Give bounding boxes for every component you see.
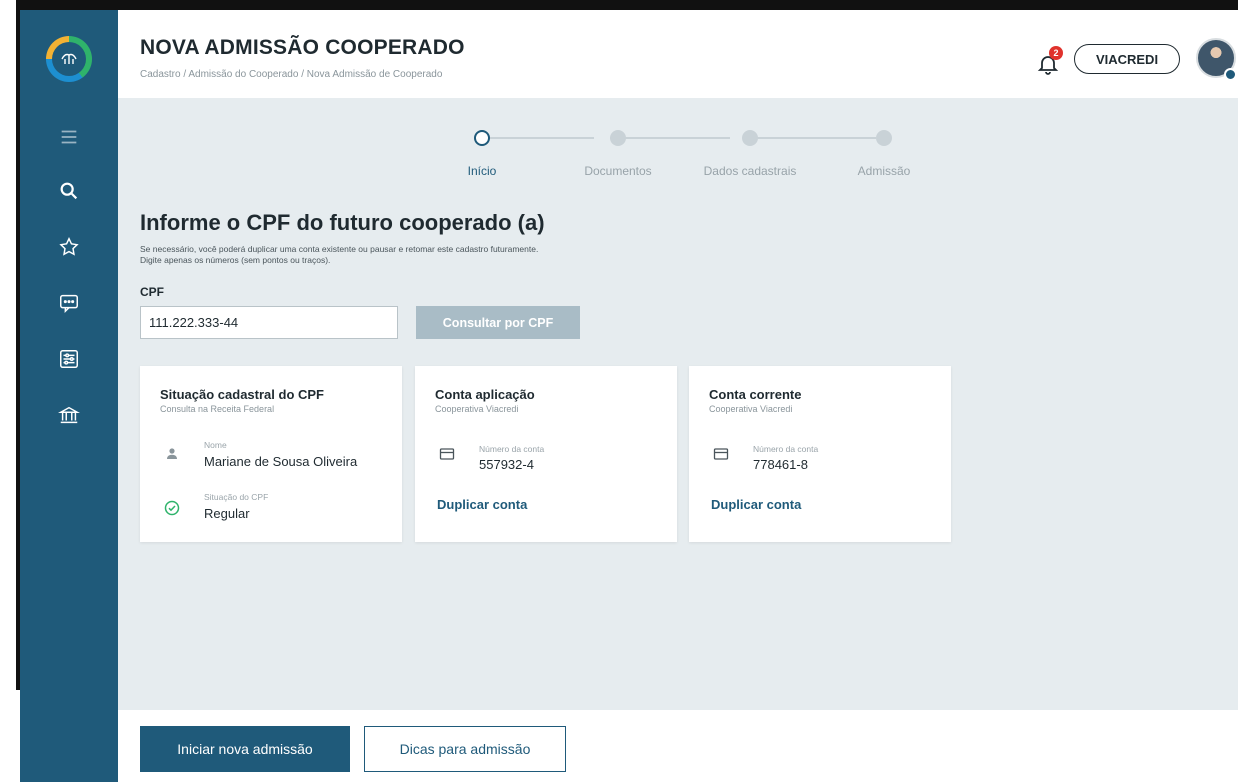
step-dot-dados-cadastrais [742, 130, 758, 146]
bank-icon[interactable] [56, 402, 82, 428]
search-icon[interactable] [56, 178, 82, 204]
person-icon [164, 446, 180, 462]
step-label-dados-cadastrais: Dados cadastrais [703, 164, 797, 178]
step-dot-documentos [610, 130, 626, 146]
consult-cpf-button[interactable]: Consultar por CPF [416, 306, 580, 339]
conta-corrente-card: Conta corrente Cooperativa Viacredi Núme… [689, 366, 951, 542]
duplicate-account-link[interactable]: Duplicar conta [437, 497, 527, 512]
card-title: Conta corrente [709, 387, 802, 402]
star-icon[interactable] [56, 234, 82, 260]
name-label: Nome [204, 440, 227, 450]
cpf-status-label: Situação do CPF [204, 492, 269, 502]
main-content: Início Documentos Dados cadastrais Admis… [118, 98, 1238, 710]
name-value: Mariane de Sousa Oliveira [204, 454, 358, 469]
stepper-connector [746, 137, 876, 139]
card-subtitle: Cooperativa Viacredi [435, 404, 519, 414]
page-title: NOVA ADMISSÃO COOPERADO [140, 36, 465, 59]
stepper-connector [610, 137, 730, 139]
card-subtitle: Cooperativa Viacredi [709, 404, 793, 414]
cpf-label: CPF [140, 285, 164, 299]
duplicate-account-link[interactable]: Duplicar conta [711, 497, 801, 512]
logo-mark-icon [52, 42, 86, 76]
stepper: Início Documentos Dados cadastrais Admis… [456, 128, 926, 188]
form-hint-line: Digite apenas os números (sem pontos ou … [140, 255, 331, 265]
step-label-admissao: Admissão [857, 164, 911, 178]
cpf-status-value: Regular [204, 506, 250, 521]
avatar-status-icon [1224, 68, 1237, 81]
step-label-inicio: Início [467, 164, 497, 178]
stepper-connector [474, 137, 594, 139]
notification-badge: 2 [1049, 46, 1063, 60]
account-number-value: 557932-4 [479, 457, 534, 472]
card-icon [713, 446, 729, 462]
start-admission-button[interactable]: Iniciar nova admissão [140, 726, 350, 772]
viacredi-logo[interactable] [46, 36, 92, 82]
breadcrumb: Cadastro / Admissão do Cooperado / Nova … [140, 69, 443, 80]
account-number-label: Número da conta [753, 444, 819, 454]
filter-icon[interactable] [56, 346, 82, 372]
check-circle-icon [164, 500, 180, 516]
cpf-status-card: Situação cadastral do CPF Consulta na Re… [140, 366, 402, 542]
step-dot-inicio [474, 130, 490, 146]
account-number-value: 778461-8 [753, 457, 808, 472]
menu-icon[interactable] [56, 124, 82, 150]
cpf-input[interactable] [140, 306, 398, 339]
bottom-action-bar: Iniciar nova admissão Dicas para admissã… [118, 710, 1238, 782]
form-hint: Se necessário, você poderá duplicar uma … [140, 244, 740, 266]
admission-tips-button[interactable]: Dicas para admissão [364, 726, 566, 772]
card-icon [439, 446, 455, 462]
window-frame-top [16, 0, 1238, 10]
card-title: Conta aplicação [435, 387, 535, 402]
account-number-label: Número da conta [479, 444, 545, 454]
top-header: NOVA ADMISSÃO COOPERADO Cadastro / Admis… [118, 10, 1238, 98]
step-label-documentos: Documentos [584, 164, 652, 178]
organization-pill[interactable]: VIACREDI [1074, 44, 1180, 74]
form-heading: Informe o CPF do futuro cooperado (a) [140, 210, 545, 235]
sidebar [20, 10, 118, 782]
card-title: Situação cadastral do CPF [160, 387, 324, 402]
card-subtitle: Consulta na Receita Federal [160, 404, 275, 414]
conta-aplicacao-card: Conta aplicação Cooperativa Viacredi Núm… [415, 366, 677, 542]
step-dot-admissao [876, 130, 892, 146]
form-hint-line: Se necessário, você poderá duplicar uma … [140, 244, 539, 254]
chat-icon[interactable] [56, 290, 82, 316]
